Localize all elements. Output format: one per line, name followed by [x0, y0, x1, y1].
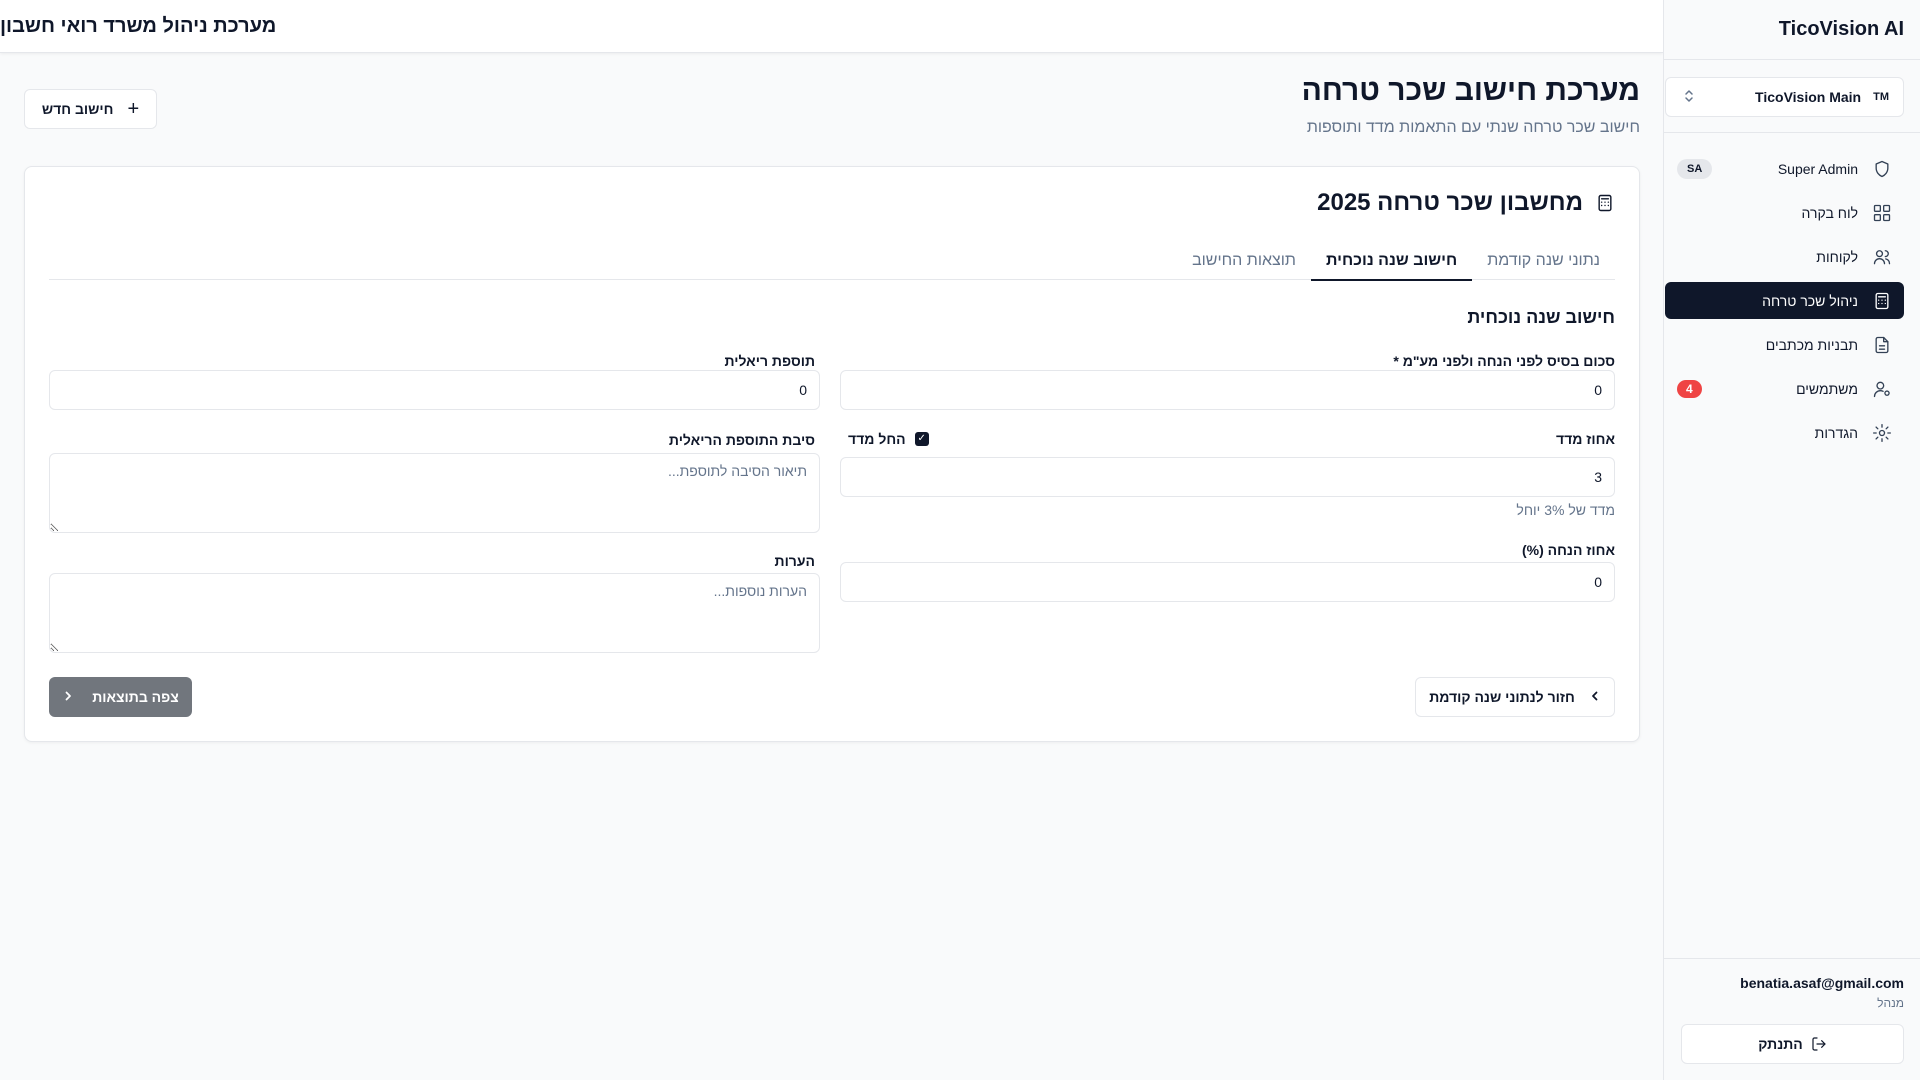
shield-icon [1875, 160, 1889, 177]
user-role: מנהל [1877, 996, 1904, 1010]
section-title: חישוב שנה נוכחית [1467, 307, 1615, 327]
sidebar-item-dashboard[interactable]: לוח בקרה [1665, 194, 1904, 231]
chevron-left-icon [1589, 690, 1601, 704]
sidebar-item-label: משתמשים [1796, 380, 1858, 397]
real-addition-label: תוספת ריאלית [724, 353, 815, 369]
reason-label: סיבת התוספת הריאלית [668, 432, 815, 448]
tab-current-year[interactable]: חישוב שנה נוכחית [1310, 241, 1473, 281]
sidebar-item-super-admin[interactable]: Super Admin SA [1665, 150, 1904, 187]
sidebar-divider [1664, 132, 1920, 133]
sidebar-item-label: הגדרות [1814, 424, 1858, 441]
reason-textarea[interactable] [49, 453, 820, 533]
card-title: מחשבון שכר טרחה 2025 [1317, 189, 1615, 217]
file-text-icon [1875, 336, 1889, 353]
base-amount-input[interactable] [840, 370, 1615, 410]
tab-previous-year[interactable]: נתוני שנה קודמת [1472, 241, 1615, 280]
header-title: מערכת ניהול משרד רואי חשבון [0, 14, 277, 37]
top-header: מערכת ניהול משרד רואי חשבון [0, 0, 1663, 53]
notes-textarea[interactable] [49, 573, 820, 653]
apply-index-label: החל מדד [848, 431, 906, 447]
sidebar-item-letter-templates[interactable]: תבניות מכתבים [1665, 326, 1904, 363]
index-percent-input[interactable] [840, 457, 1615, 497]
sidebar-item-label: לקוחות [1816, 248, 1858, 265]
calculator-icon [1875, 292, 1889, 309]
sidebar-item-fee-management[interactable]: ניהול שכר טרחה [1665, 282, 1904, 319]
new-calculation-label: חישוב חדש [41, 101, 114, 117]
card-title-text: מחשבון שכר טרחה 2025 [1317, 189, 1583, 216]
real-addition-input[interactable] [49, 370, 820, 410]
page-subtitle: חישוב שכר טרחה שנתי עם התאמות מדד ותוספו… [1306, 119, 1640, 136]
sidebar-item-label: תבניות מכתבים [1765, 336, 1858, 353]
workspace-avatar: TM [1873, 91, 1889, 103]
view-results-button[interactable]: צפה בתוצאות [49, 677, 192, 717]
sidebar: TicoVision AI TicoVision Main TM Super A… [1663, 0, 1920, 1080]
back-to-previous-year-button[interactable]: חזור לנתוני שנה קודמת [1415, 677, 1615, 717]
page-title: מערכת חישוב שכר טרחה [1301, 74, 1640, 107]
users-icon [1873, 249, 1891, 264]
sidebar-item-users[interactable]: משתמשים 4 [1665, 370, 1904, 407]
new-calculation-button[interactable]: + חישוב חדש [24, 89, 157, 129]
chevron-up-down-icon [1684, 89, 1694, 105]
sidebar-item-settings[interactable]: הגדרות [1665, 414, 1904, 451]
user-info: benatia.asaf@gmail.com מנהל [1740, 975, 1904, 1010]
sidebar-divider [1664, 958, 1920, 959]
sidebar-item-clients[interactable]: לקוחות [1665, 238, 1904, 275]
user-email: benatia.asaf@gmail.com [1740, 975, 1904, 991]
results-button-label: צפה בתוצאות [92, 689, 179, 705]
logout-icon [1812, 1037, 1826, 1051]
brand-logo: TicoVision AI [1664, 0, 1920, 60]
discount-input[interactable] [840, 562, 1615, 602]
chevron-right-icon [62, 690, 74, 704]
discount-label: אחוז הנחה (%) [1521, 542, 1615, 558]
index-percent-label: אחוז מדד [1555, 431, 1615, 447]
tab-results[interactable]: תוצאות החישוב [1177, 241, 1311, 280]
back-button-label: חזור לנתוני שנה קודמת [1429, 689, 1575, 705]
base-amount-label: סכום בסיס לפני הנחה ולפני מע"מ * [1393, 353, 1615, 369]
sidebar-item-label: ניהול שכר טרחה [1762, 292, 1858, 309]
calculator-icon [1598, 194, 1612, 212]
dashboard-icon [1873, 204, 1891, 221]
checkbox-checked-icon: ✓ [914, 432, 929, 446]
workspace-name: TicoVision Main [1755, 89, 1862, 105]
sidebar-item-label: Super Admin [1777, 160, 1858, 177]
plus-icon: + [127, 98, 140, 120]
logout-label: התנתק [1758, 1036, 1803, 1052]
notes-label: הערות [774, 553, 815, 569]
logout-button[interactable]: התנתק [1681, 1024, 1904, 1064]
users-count-badge: 4 [1677, 379, 1702, 398]
super-admin-badge: SA [1677, 158, 1713, 179]
apply-index-checkbox[interactable]: ✓ החל מדד [848, 431, 929, 447]
calculator-tabs: נתוני שנה קודמת חישוב שנה נוכחית תוצאות … [49, 241, 1615, 281]
user-cog-icon [1873, 381, 1890, 397]
workspace-switcher[interactable]: TicoVision Main TM [1665, 77, 1904, 117]
gear-icon [1873, 423, 1891, 442]
index-hint: מדד של 3% יוחל [1516, 502, 1615, 518]
sidebar-item-label: לוח בקרה [1801, 204, 1858, 221]
sidebar-nav: Super Admin SA לוח בקרה לקוחות ניהול שכר… [1665, 150, 1904, 458]
fee-calculator-card: מחשבון שכר טרחה 2025 נתוני שנה קודמת חיש… [24, 166, 1640, 742]
